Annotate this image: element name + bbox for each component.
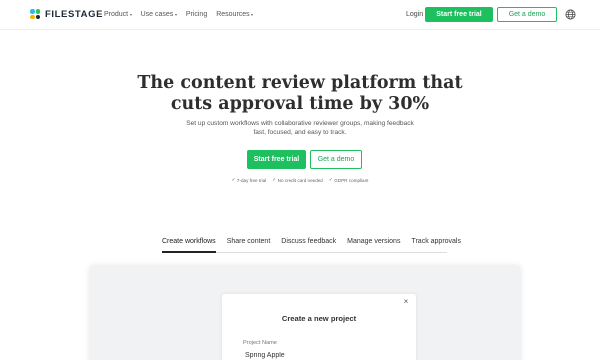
- modal-title: Create a new project: [281, 314, 357, 323]
- chevron-down-icon: [174, 14, 177, 16]
- menu-item-product[interactable]: Product: [104, 11, 132, 18]
- tab-create-workflows[interactable]: Create workflows: [162, 238, 216, 253]
- project-name-label: Project Name: [243, 340, 277, 346]
- nav-start-trial-button[interactable]: Start free trial: [425, 7, 493, 22]
- tab-track-approvals[interactable]: Track approvals: [411, 238, 461, 252]
- logo[interactable]: FILESTAGE: [30, 9, 103, 20]
- feature-tabs: Create workflows Share content Discuss f…: [162, 238, 461, 253]
- check-item: ✓ 7-day free trial: [232, 177, 267, 183]
- menu-item-label: Pricing: [185, 11, 208, 18]
- main-menu: Product Use cases Pricing Resources: [104, 11, 262, 18]
- project-name-input[interactable]: [245, 350, 395, 360]
- menu-item-resources[interactable]: Resources: [216, 11, 254, 18]
- hero-start-trial-button[interactable]: Start free trial: [247, 150, 306, 169]
- chevron-down-icon: [251, 14, 254, 16]
- check-item: ✓ GDPR compliant: [329, 177, 369, 183]
- check-icon: ✓: [272, 177, 277, 182]
- tab-discuss-feedback[interactable]: Discuss feedback: [281, 238, 336, 252]
- menu-item-pricing[interactable]: Pricing: [186, 11, 207, 18]
- hero-headline-line-2: cuts approval time by 30%: [170, 94, 430, 114]
- check-label: GDPR compliant: [334, 177, 369, 183]
- check-label: No credit card needed: [277, 177, 323, 183]
- create-project-modal: × Create a new project Project Name: [222, 294, 416, 360]
- check-label: 7-day free trial: [236, 177, 267, 183]
- menu-item-use-cases[interactable]: Use cases: [141, 11, 177, 18]
- menu-item-label: Use cases: [140, 11, 174, 18]
- logo-text: FILESTAGE: [45, 9, 104, 20]
- trust-checks: ✓ 7-day free trial ✓ No credit card need…: [0, 177, 600, 183]
- menu-item-label: Product: [104, 11, 129, 18]
- check-icon: ✓: [231, 177, 236, 182]
- hero-subheadline: Set up custom workflows with collaborati…: [186, 120, 414, 136]
- check-icon: ✓: [328, 177, 333, 182]
- tab-share-content[interactable]: Share content: [227, 238, 271, 252]
- hero-headline: The content review platform that cuts ap…: [0, 73, 600, 115]
- tab-manage-versions[interactable]: Manage versions: [347, 238, 400, 252]
- nav-get-demo-button[interactable]: Get a demo: [497, 7, 557, 22]
- close-icon[interactable]: ×: [402, 298, 410, 306]
- menu-item-label: Resources: [216, 11, 250, 18]
- check-item: ✓ No credit card needed: [272, 177, 323, 183]
- chevron-down-icon: [129, 14, 132, 16]
- logo-mark-icon: [30, 9, 41, 20]
- hero-get-demo-button[interactable]: Get a demo: [310, 150, 362, 169]
- login-link[interactable]: Login: [406, 11, 423, 18]
- top-nav: FILESTAGE Product Use cases Pricing Reso…: [0, 0, 600, 30]
- hero-headline-line-1: The content review platform that: [137, 73, 463, 93]
- globe-icon[interactable]: [565, 9, 576, 20]
